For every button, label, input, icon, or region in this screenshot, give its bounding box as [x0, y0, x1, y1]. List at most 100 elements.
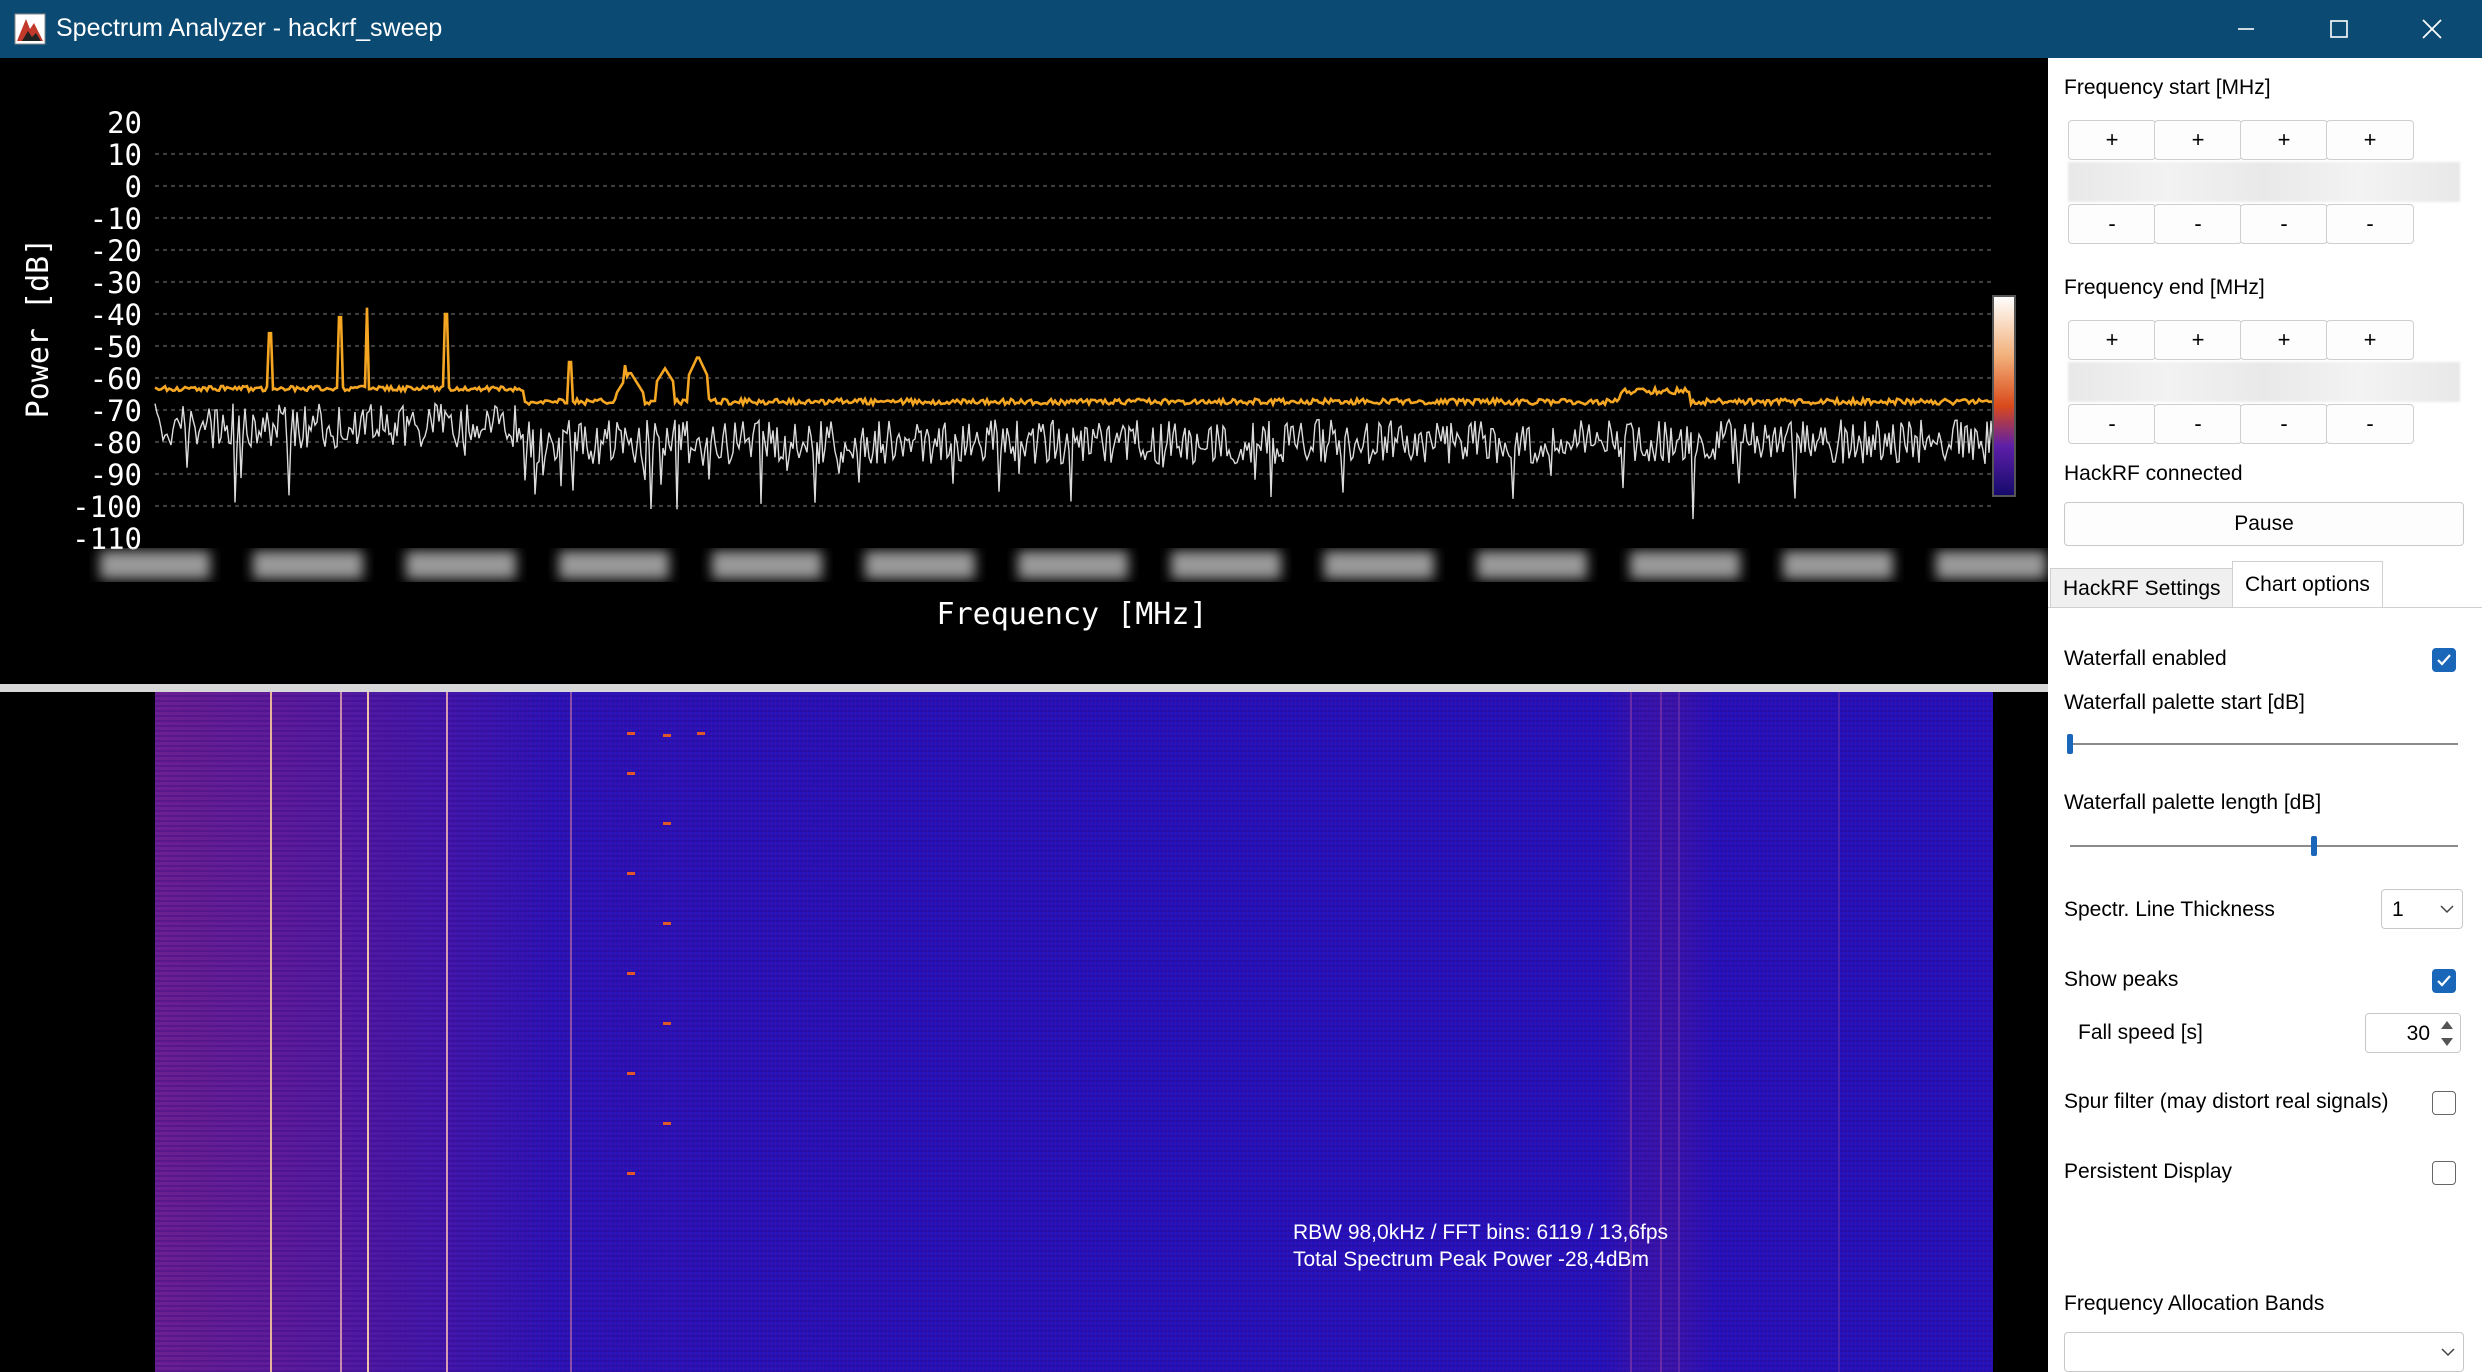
rbw-info: RBW 98,0kHz / FFT bins: 6119 / 13,6fps [1293, 1221, 1669, 1244]
tab-chart-options[interactable]: Chart options [2232, 561, 2383, 608]
palette-colorbar [1992, 295, 2016, 497]
palette-length-slider[interactable] [2070, 845, 2458, 847]
tab-hackrf-settings[interactable]: HackRF Settings [2050, 568, 2234, 608]
close-icon [2422, 19, 2442, 39]
y-tick-label: -70 [90, 394, 142, 428]
grid-lines [155, 153, 1993, 507]
y-tick-label: -10 [90, 202, 142, 236]
spin-up-icon[interactable] [2440, 1019, 2454, 1031]
waterfall-signal-burst [627, 732, 635, 735]
x-tick-label [559, 551, 669, 579]
maximize-icon [2330, 20, 2348, 38]
chevron-down-icon [2440, 905, 2454, 914]
freq-end-plus-3[interactable]: + [2240, 320, 2328, 360]
close-button[interactable] [2386, 0, 2478, 58]
x-tick-label [1477, 551, 1587, 579]
freq-start-digits[interactable] [2068, 162, 2460, 202]
freq-alloc-bands-select[interactable] [2064, 1332, 2464, 1372]
waterfall-signal-burst [627, 1072, 635, 1075]
show-peaks-checkbox[interactable] [2432, 969, 2456, 993]
line-thickness-value: 1 [2392, 898, 2404, 921]
peak-power-info: Total Spectrum Peak Power -28,4dBm [1293, 1248, 1649, 1271]
line-thickness-select[interactable]: 1 [2381, 889, 2463, 929]
waterfall-signal-burst [663, 1022, 671, 1025]
y-tick-label: -80 [90, 426, 142, 460]
app-icon [14, 13, 46, 45]
window-title: Spectrum Analyzer - hackrf_sweep [56, 14, 443, 42]
show-peaks-label: Show peaks [2064, 968, 2179, 991]
y-tick-label: -110 [72, 522, 142, 556]
freq-start-plus-4[interactable]: + [2326, 120, 2414, 160]
x-tick-label [865, 551, 975, 579]
y-tick-label: -40 [90, 298, 142, 332]
spin-down-icon[interactable] [2440, 1036, 2454, 1048]
x-tick-label [1630, 551, 1740, 579]
minimize-icon [2238, 28, 2254, 30]
freq-start-plus-2[interactable]: + [2154, 120, 2242, 160]
freq-end-plus-4[interactable]: + [2326, 320, 2414, 360]
waterfall-signal-burst [627, 872, 635, 875]
waterfall-enabled-label: Waterfall enabled [2064, 647, 2227, 670]
chevron-down-icon [2441, 1348, 2455, 1357]
line-thickness-label: Spectr. Line Thickness [2064, 898, 2275, 921]
waterfall-signal-line [270, 692, 272, 1372]
freq-end-minus-1[interactable]: - [2068, 404, 2156, 444]
waterfall-enabled-checkbox[interactable] [2432, 648, 2456, 672]
minimize-button[interactable] [2200, 0, 2292, 58]
pause-button[interactable]: Pause [2064, 502, 2464, 546]
y-tick-label: -60 [90, 362, 142, 396]
waterfall-signal-burst [663, 922, 671, 925]
peak-trace [154, 307, 1994, 409]
y-axis-ticks: 20100-10-20-30-40-50-60-70-80-90-100-110 [72, 106, 142, 556]
waterfall-signal-burst [697, 732, 705, 735]
maximize-button[interactable] [2293, 0, 2385, 58]
waterfall-signal-burst [627, 972, 635, 975]
freq-end-plus-1[interactable]: + [2068, 320, 2156, 360]
x-axis-tick-labels [100, 551, 2046, 579]
freq-end-minus-4[interactable]: - [2326, 404, 2414, 444]
freq-start-minus-4[interactable]: - [2326, 204, 2414, 244]
freq-end-minus-2[interactable]: - [2154, 404, 2242, 444]
spectrum-trace [154, 402, 1994, 520]
spectrum-chart[interactable]: 20 10 0 -10 -20 -30 -40 -50 -60 -70 -80 -90 -100 -110… [0, 58, 2048, 684]
freq-start-plus-1[interactable]: + [2068, 120, 2156, 160]
connection-status: HackRF connected [2064, 462, 2243, 485]
control-panel: Frequency start [MHz] + + + + - - - - Fr… [2048, 58, 2482, 1372]
x-tick-label [1324, 551, 1434, 579]
fall-speed-spinbox[interactable]: 30 [2365, 1013, 2461, 1053]
freq-end-digits[interactable] [2068, 362, 2460, 402]
waterfall-signal-line [446, 692, 448, 1372]
x-tick-label [1936, 551, 2046, 579]
y-tick-label: 0 [125, 170, 142, 204]
x-tick-label [1171, 551, 1281, 579]
waterfall-display[interactable]: RBW 98,0kHz / FFT bins: 6119 / 13,6fps T… [0, 692, 2048, 1372]
y-tick-label: -90 [90, 458, 142, 492]
waterfall-signal-burst [627, 772, 635, 775]
freq-end-minus-3[interactable]: - [2240, 404, 2328, 444]
x-tick-label [100, 551, 210, 579]
waterfall-signal-line [570, 692, 572, 1372]
x-tick-label [406, 551, 516, 579]
freq-end-plus-2[interactable]: + [2154, 320, 2242, 360]
palette-length-thumb[interactable] [2311, 836, 2318, 856]
freq-start-plus-3[interactable]: + [2240, 120, 2328, 160]
waterfall-signal-burst [627, 1172, 635, 1175]
palette-start-slider[interactable] [2070, 743, 2458, 745]
splitter[interactable] [0, 684, 2048, 692]
palette-start-thumb[interactable] [2067, 734, 2073, 754]
waterfall-field [155, 692, 1993, 1372]
freq-alloc-bands-label: Frequency Allocation Bands [2064, 1292, 2325, 1315]
chart-options-panel: Waterfall enabled Waterfall palette star… [2048, 607, 2482, 1372]
x-tick-label [1783, 551, 1893, 579]
spur-filter-checkbox[interactable] [2432, 1091, 2456, 1115]
freq-start-minus-2[interactable]: - [2154, 204, 2242, 244]
persistent-display-label: Persistent Display [2064, 1160, 2233, 1183]
freq-start-minus-3[interactable]: - [2240, 204, 2328, 244]
palette-length-label: Waterfall palette length [dB] [2064, 791, 2322, 814]
y-tick-label: 10 [107, 138, 142, 172]
x-tick-label [253, 551, 363, 579]
persistent-display-checkbox[interactable] [2432, 1161, 2456, 1185]
freq-start-minus-1[interactable]: - [2068, 204, 2156, 244]
palette-start-label: Waterfall palette start [dB] [2064, 691, 2305, 714]
spur-filter-label: Spur filter (may distort real signals) [2064, 1090, 2389, 1113]
